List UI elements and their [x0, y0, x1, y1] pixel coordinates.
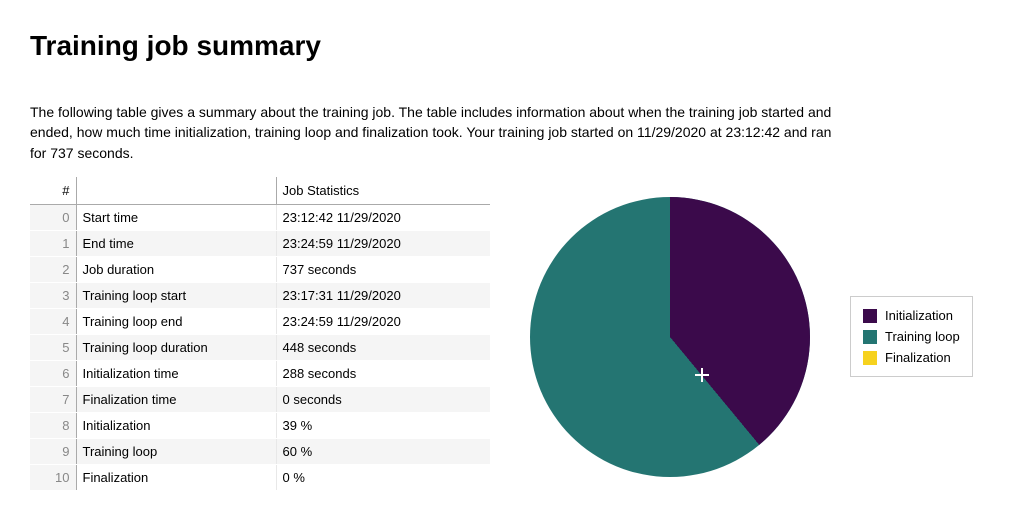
row-label: Training loop duration	[76, 334, 276, 360]
legend-label: Initialization	[885, 308, 953, 323]
col-header-index: #	[30, 177, 76, 205]
row-value: 23:24:59 11/29/2020	[276, 230, 490, 256]
row-value: 0 seconds	[276, 386, 490, 412]
row-label: End time	[76, 230, 276, 256]
row-value: 23:12:42 11/29/2020	[276, 204, 490, 230]
row-index: 7	[30, 386, 76, 412]
row-value: 288 seconds	[276, 360, 490, 386]
legend-label: Training loop	[885, 329, 960, 344]
row-index: 5	[30, 334, 76, 360]
table-row: 0Start time23:12:42 11/29/2020	[30, 204, 490, 230]
row-label: Finalization	[76, 464, 276, 490]
content-row: # Job Statistics 0Start time23:12:42 11/…	[30, 177, 998, 491]
table-row: 9Training loop60 %	[30, 438, 490, 464]
row-value: 23:17:31 11/29/2020	[276, 282, 490, 308]
row-label: Finalization time	[76, 386, 276, 412]
row-value: 23:24:59 11/29/2020	[276, 308, 490, 334]
row-label: Job duration	[76, 256, 276, 282]
row-index: 0	[30, 204, 76, 230]
row-label: Training loop	[76, 438, 276, 464]
table-row: 1End time23:24:59 11/29/2020	[30, 230, 490, 256]
table-row: 7Finalization time0 seconds	[30, 386, 490, 412]
legend-item: Finalization	[863, 347, 960, 368]
row-value: 0 %	[276, 464, 490, 490]
col-header-value: Job Statistics	[276, 177, 490, 205]
legend-swatch	[863, 351, 877, 365]
row-index: 9	[30, 438, 76, 464]
row-value: 60 %	[276, 438, 490, 464]
job-stats-table: # Job Statistics 0Start time23:12:42 11/…	[30, 177, 490, 491]
chart-legend: Initialization Training loop Finalizatio…	[850, 296, 973, 377]
table-row: 8Initialization39 %	[30, 412, 490, 438]
chart-area: Initialization Training loop Finalizatio…	[530, 197, 973, 477]
row-index: 1	[30, 230, 76, 256]
legend-item: Training loop	[863, 326, 960, 347]
col-header-label	[76, 177, 276, 205]
table-row: 5Training loop duration448 seconds	[30, 334, 490, 360]
table-row: 10Finalization0 %	[30, 464, 490, 490]
row-label: Training loop end	[76, 308, 276, 334]
row-index: 2	[30, 256, 76, 282]
row-value: 737 seconds	[276, 256, 490, 282]
row-index: 6	[30, 360, 76, 386]
table-row: 3Training loop start23:17:31 11/29/2020	[30, 282, 490, 308]
pie-chart[interactable]	[530, 197, 810, 477]
intro-text: The following table gives a summary abou…	[30, 102, 850, 163]
row-label: Initialization time	[76, 360, 276, 386]
row-index: 4	[30, 308, 76, 334]
row-index: 10	[30, 464, 76, 490]
row-value: 39 %	[276, 412, 490, 438]
legend-swatch	[863, 330, 877, 344]
row-index: 3	[30, 282, 76, 308]
row-label: Initialization	[76, 412, 276, 438]
table-row: 2Job duration737 seconds	[30, 256, 490, 282]
legend-label: Finalization	[885, 350, 951, 365]
row-label: Start time	[76, 204, 276, 230]
legend-item: Initialization	[863, 305, 960, 326]
table-row: 4Training loop end23:24:59 11/29/2020	[30, 308, 490, 334]
legend-swatch	[863, 309, 877, 323]
row-label: Training loop start	[76, 282, 276, 308]
pie-slice-initialization	[530, 197, 810, 477]
row-index: 8	[30, 412, 76, 438]
row-value: 448 seconds	[276, 334, 490, 360]
page-title: Training job summary	[30, 30, 998, 62]
table-row: 6Initialization time288 seconds	[30, 360, 490, 386]
